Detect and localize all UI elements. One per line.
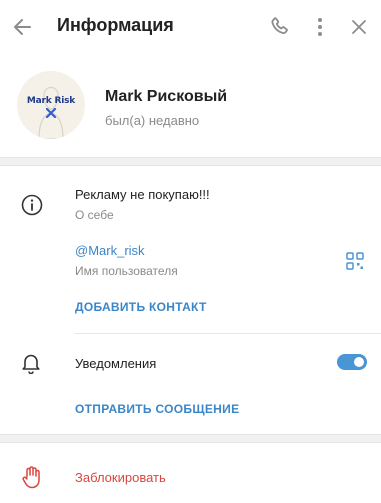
page-title: Информация [57, 15, 174, 35]
qr-code-icon[interactable] [346, 252, 364, 270]
block-button[interactable]: Заблокировать [75, 470, 166, 485]
toggle-knob [352, 355, 366, 369]
section-divider [0, 157, 381, 166]
close-icon[interactable] [347, 15, 371, 39]
divider [75, 333, 381, 334]
bio-label: О себе [75, 208, 114, 222]
info-icon [20, 193, 44, 217]
profile-status: был(а) недавно [105, 113, 200, 128]
send-message-button[interactable]: ОТПРАВИТЬ СООБЩЕНИЕ [75, 402, 239, 416]
arrow-left-icon[interactable] [10, 14, 36, 40]
profile-name: Mark Рисковый [105, 88, 228, 105]
avatar-logo-text: Mark Risk [26, 96, 76, 106]
bio-text: Рекламу не покупаю!!! [75, 187, 210, 202]
profile-section: Mark Risk Mark Рисковый был(а) недавно [0, 54, 381, 154]
username-link[interactable]: @Mark_risk [75, 243, 145, 258]
hand-stop-icon [21, 465, 43, 489]
bell-icon [21, 352, 41, 375]
notifications-toggle[interactable] [337, 354, 367, 370]
username-label: Имя пользователя [75, 264, 178, 278]
x-logo-icon [45, 108, 57, 118]
section-divider [0, 434, 381, 443]
more-vertical-icon[interactable] [310, 15, 330, 39]
notifications-label: Уведомления [75, 356, 157, 371]
header-bar: Информация [0, 0, 381, 54]
phone-icon[interactable] [268, 15, 292, 39]
add-contact-button[interactable]: ДОБАВИТЬ КОНТАКТ [75, 300, 207, 314]
avatar[interactable]: Mark Risk [17, 71, 85, 139]
